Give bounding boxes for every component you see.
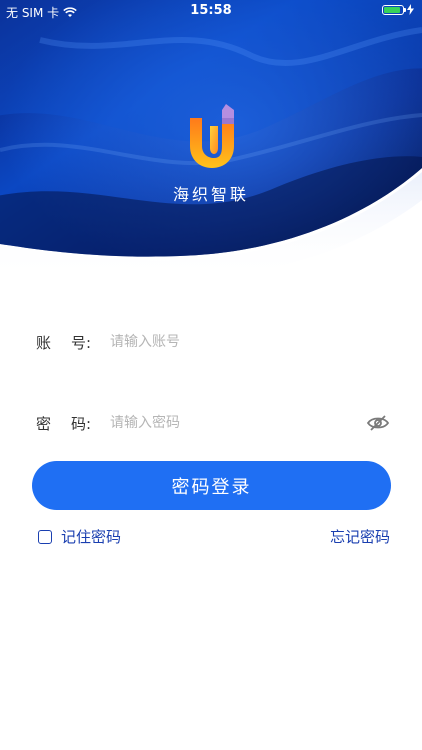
password-label: 密码: xyxy=(36,413,108,434)
status-bar: 无 SIM 卡 15:58 xyxy=(0,0,422,22)
password-label-part2: 码: xyxy=(71,414,92,433)
account-row: 账号: xyxy=(36,327,390,357)
account-label-part2: 号: xyxy=(71,333,92,352)
remember-password-toggle[interactable]: 记住密码 xyxy=(38,526,121,547)
password-input[interactable] xyxy=(108,414,366,432)
remember-label: 记住密码 xyxy=(61,528,122,546)
account-input[interactable] xyxy=(108,333,390,351)
hero-banner: 无 SIM 卡 15:58 海织智联 xyxy=(0,0,422,281)
battery-icon xyxy=(382,4,406,15)
password-label-part1: 密 xyxy=(36,414,52,433)
account-label-part1: 账 xyxy=(36,333,52,352)
status-time: 15:58 xyxy=(190,3,232,18)
password-row: 密码: xyxy=(36,408,390,438)
password-login-button[interactable]: 密码登录 xyxy=(32,461,391,510)
charging-icon xyxy=(407,4,414,15)
app-logo-u-icon xyxy=(190,104,234,168)
account-label: 账号: xyxy=(36,332,108,353)
remember-checkbox[interactable] xyxy=(38,529,52,544)
battery-group xyxy=(382,4,414,15)
app-name: 海织智联 xyxy=(172,185,249,204)
forgot-password-link[interactable]: 忘记密码 xyxy=(330,526,390,547)
eye-hidden-icon[interactable] xyxy=(366,413,390,433)
